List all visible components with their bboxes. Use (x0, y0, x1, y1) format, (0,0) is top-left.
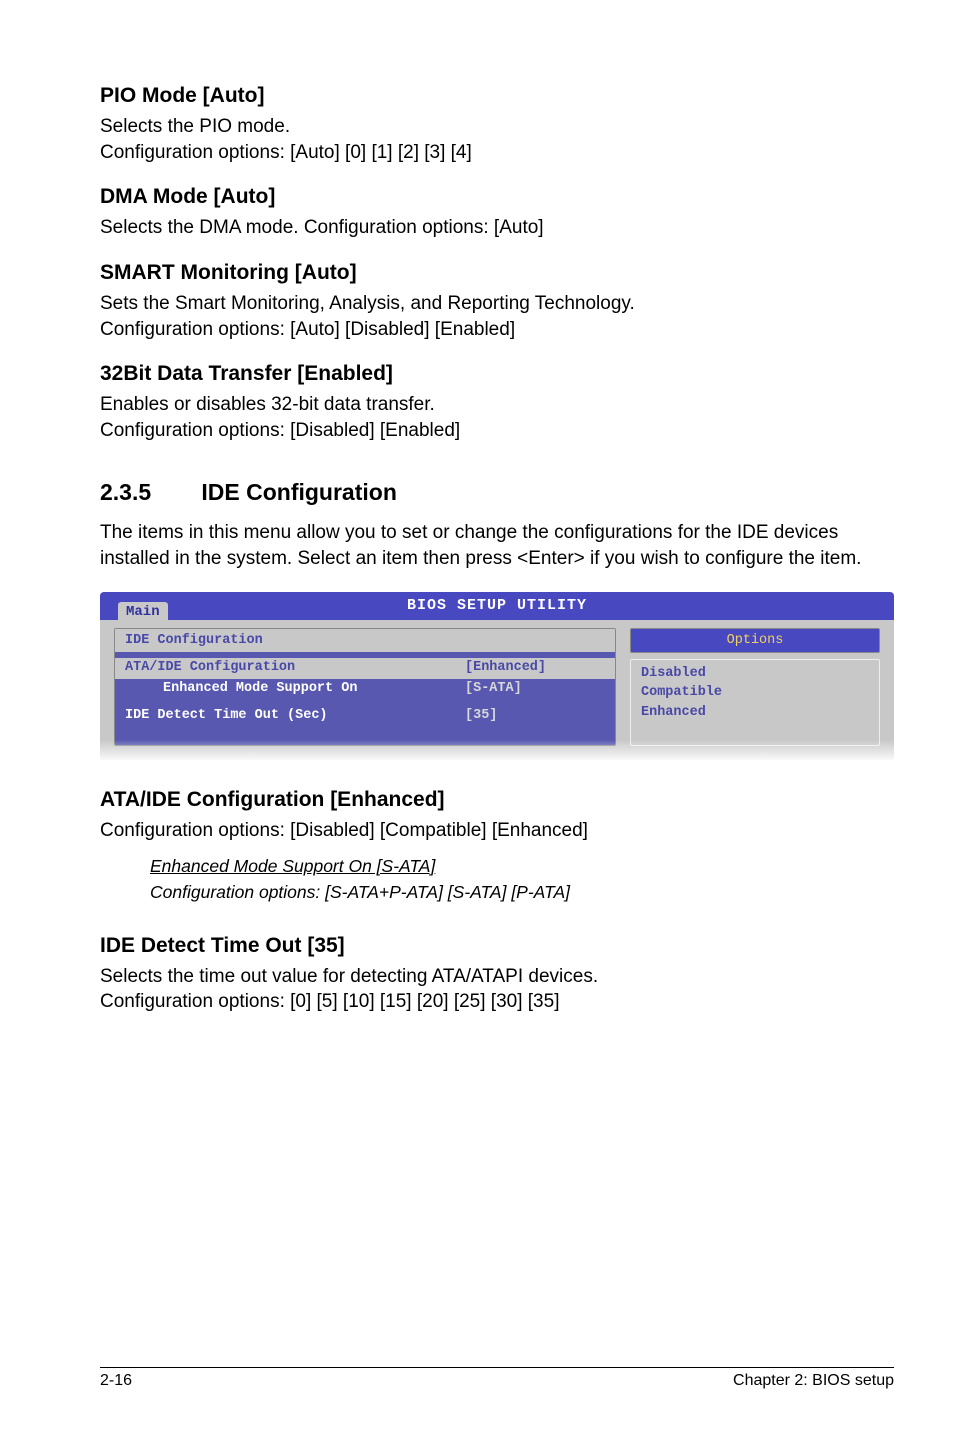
bios-left-header: IDE Configuration (115, 629, 615, 652)
bios-row-ata-ide[interactable]: ATA/IDE Configuration [Enhanced] (115, 658, 615, 679)
bios-option-enhanced[interactable]: Enhanced (641, 703, 869, 723)
page-number: 2-16 (100, 1372, 132, 1390)
heading-32bit-transfer: 32Bit Data Transfer [Enabled] (100, 362, 894, 386)
heading-ide-configuration: 2.3.5 IDE Configuration (100, 479, 894, 506)
text-line: Selects the PIO mode. (100, 116, 290, 137)
sub-option-body: Configuration options: [S-ATA+P-ATA] [S-… (150, 879, 894, 905)
bios-row-detect-timeout[interactable]: IDE Detect Time Out (Sec) [35] (125, 706, 605, 727)
sub-option-block: Enhanced Mode Support On [S-ATA] Configu… (150, 853, 894, 906)
bios-row-enhanced-mode[interactable]: Enhanced Mode Support On [S-ATA] (125, 679, 605, 700)
text-ata-ide-config: Configuration options: [Disabled] [Compa… (100, 818, 894, 844)
text-smart-monitoring: Sets the Smart Monitoring, Analysis, and… (100, 291, 894, 342)
bios-title: BIOS SETUP UTILITY (407, 597, 587, 614)
text-ide-detect-timeout: Selects the time out value for detecting… (100, 964, 894, 1015)
text-32bit-transfer: Enables or disables 32-bit data transfer… (100, 392, 894, 443)
text-line: Configuration options: [Auto] [0] [1] [2… (100, 142, 472, 163)
bios-left-content: ATA/IDE Configuration [Enhanced] Enhance… (115, 652, 615, 745)
bios-row-value: [35] (465, 706, 605, 727)
text-line: Selects the time out value for detecting… (100, 966, 598, 987)
heading-dma-mode: DMA Mode [Auto] (100, 185, 894, 209)
bios-row-value: [Enhanced] (465, 658, 605, 679)
text-pio-mode: Selects the PIO mode. Configuration opti… (100, 114, 894, 165)
heading-ata-ide-config: ATA/IDE Configuration [Enhanced] (100, 788, 894, 812)
page-footer: 2-16 Chapter 2: BIOS setup (100, 1367, 894, 1390)
text-line: Configuration options: [Disabled] [Enabl… (100, 420, 460, 441)
bios-row-label: Enhanced Mode Support On (125, 679, 465, 700)
section-number: 2.3.5 (100, 479, 195, 506)
bios-tab-main[interactable]: Main (118, 602, 168, 620)
bios-options-list: Disabled Compatible Enhanced (630, 659, 880, 746)
section-title: IDE Configuration (201, 479, 396, 505)
heading-pio-mode: PIO Mode [Auto] (100, 84, 894, 108)
text-line: Enables or disables 32-bit data transfer… (100, 394, 435, 415)
text-line: Sets the Smart Monitoring, Analysis, and… (100, 293, 635, 314)
bios-setup-panel: Main BIOS SETUP UTILITY IDE Configuratio… (100, 592, 894, 760)
bios-row-label: ATA/IDE Configuration (125, 658, 465, 679)
bios-options-header: Options (630, 628, 880, 653)
bios-body: IDE Configuration ATA/IDE Configuration … (100, 620, 894, 760)
text-dma-mode: Selects the DMA mode. Configuration opti… (100, 215, 894, 241)
bios-option-disabled[interactable]: Disabled (641, 664, 869, 684)
heading-smart-monitoring: SMART Monitoring [Auto] (100, 261, 894, 285)
bios-left-panel: IDE Configuration ATA/IDE Configuration … (114, 628, 616, 746)
text-line: Configuration options: [Auto] [Disabled]… (100, 319, 515, 340)
bios-titlebar: Main BIOS SETUP UTILITY (100, 592, 894, 620)
chapter-label: Chapter 2: BIOS setup (733, 1372, 894, 1390)
text-ide-configuration: The items in this menu allow you to set … (100, 520, 894, 571)
bios-row-label: IDE Detect Time Out (Sec) (125, 706, 465, 727)
sub-option-heading: Enhanced Mode Support On [S-ATA] (150, 853, 894, 879)
text-line: Configuration options: [0] [5] [10] [15]… (100, 991, 559, 1012)
heading-ide-detect-timeout: IDE Detect Time Out [35] (100, 934, 894, 958)
bios-option-compatible[interactable]: Compatible (641, 683, 869, 703)
bios-right-panel: Options Disabled Compatible Enhanced (630, 628, 880, 746)
bios-row-value: [S-ATA] (465, 679, 605, 700)
